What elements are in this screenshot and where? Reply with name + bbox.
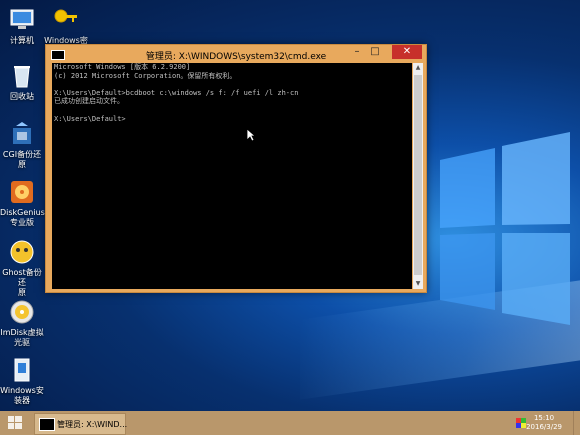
desktop-icon-label: 计算机 <box>10 36 34 45</box>
scroll-down-icon[interactable]: ▼ <box>413 279 423 289</box>
vertical-scrollbar[interactable]: ▲ ▼ <box>413 63 423 289</box>
key-icon <box>54 9 77 23</box>
console-prompt: X:\Users\Default> <box>54 114 126 123</box>
desktop-icon-cgi[interactable]: CGI备份还原 <box>0 120 44 170</box>
ghost-icon <box>10 240 34 264</box>
desktop-icon-label: Windows安 装器 <box>0 386 44 405</box>
desktop-icon-diskgenius[interactable]: DiskGenius 专业版 <box>0 178 45 228</box>
desktop-icon-imdisk[interactable]: ImDisk虚拟 光驱 <box>0 298 44 348</box>
taskbar-item-cmd[interactable]: 管理员: X:\WIND... <box>34 413 128 435</box>
desktop-icon-label: DiskGenius 专业版 <box>0 208 45 227</box>
tray-app-icon[interactable] <box>516 418 526 428</box>
maximize-button[interactable]: □ <box>364 45 386 59</box>
taskbar-item-label: 管理员: X:\WIND... <box>57 420 128 429</box>
show-desktop-button[interactable] <box>573 411 580 435</box>
desktop-icon-label: ImDisk虚拟 光驱 <box>0 328 44 347</box>
scrollbar-thumb[interactable] <box>414 75 422 275</box>
console-line: 已成功创建启动文件。 <box>54 97 124 106</box>
desktop-icon-ghost[interactable]: Ghost备份还 原 <box>0 238 44 298</box>
desktop-icon-label: 回收站 <box>10 92 34 101</box>
cmd-window[interactable]: 管理员: X:\WINDOWS\system32\cmd.exe – □ ✕ M… <box>45 44 427 293</box>
cgi-backup-icon <box>13 122 31 144</box>
clock-time: 15:10 <box>533 414 555 422</box>
computer-icon <box>10 9 34 29</box>
recycle-bin-icon <box>14 66 30 88</box>
diskgenius-icon <box>11 181 33 203</box>
desktop-icon-label: CGI备份还原 <box>2 150 42 169</box>
clock-date: 2016/3/29 <box>526 423 562 431</box>
desktop-icon-label: Ghost备份还 原 <box>2 268 42 297</box>
desktop-icon-windows-installer[interactable]: Windows安 装器 <box>0 356 44 406</box>
mouse-cursor-icon <box>246 128 256 142</box>
wallpaper-windows-logo <box>440 132 570 325</box>
system-clock[interactable]: 15:10 2016/3/29 <box>526 414 562 432</box>
desktop-icon-computer[interactable]: 计算机 <box>0 6 44 46</box>
scroll-up-icon[interactable]: ▲ <box>413 63 423 73</box>
windows-installer-icon <box>14 358 30 382</box>
imdisk-icon <box>10 300 34 324</box>
console-line: Microsoft Windows [版本 6.2.9200] <box>54 63 191 71</box>
window-titlebar[interactable]: 管理员: X:\WINDOWS\system32\cmd.exe – □ ✕ <box>46 45 426 63</box>
console-output[interactable]: Microsoft Windows [版本 6.2.9200] (c) 2012… <box>52 63 412 289</box>
console-line: (c) 2012 Microsoft Corporation。保留所有权利。 <box>54 71 237 80</box>
taskbar: 管理员: X:\WIND... 15:10 2016/3/29 <box>0 411 580 435</box>
console-icon <box>39 418 55 431</box>
start-button[interactable] <box>4 414 26 432</box>
desktop-icon-recycle-bin[interactable]: 回收站 <box>0 62 44 102</box>
close-button[interactable]: ✕ <box>392 45 422 59</box>
